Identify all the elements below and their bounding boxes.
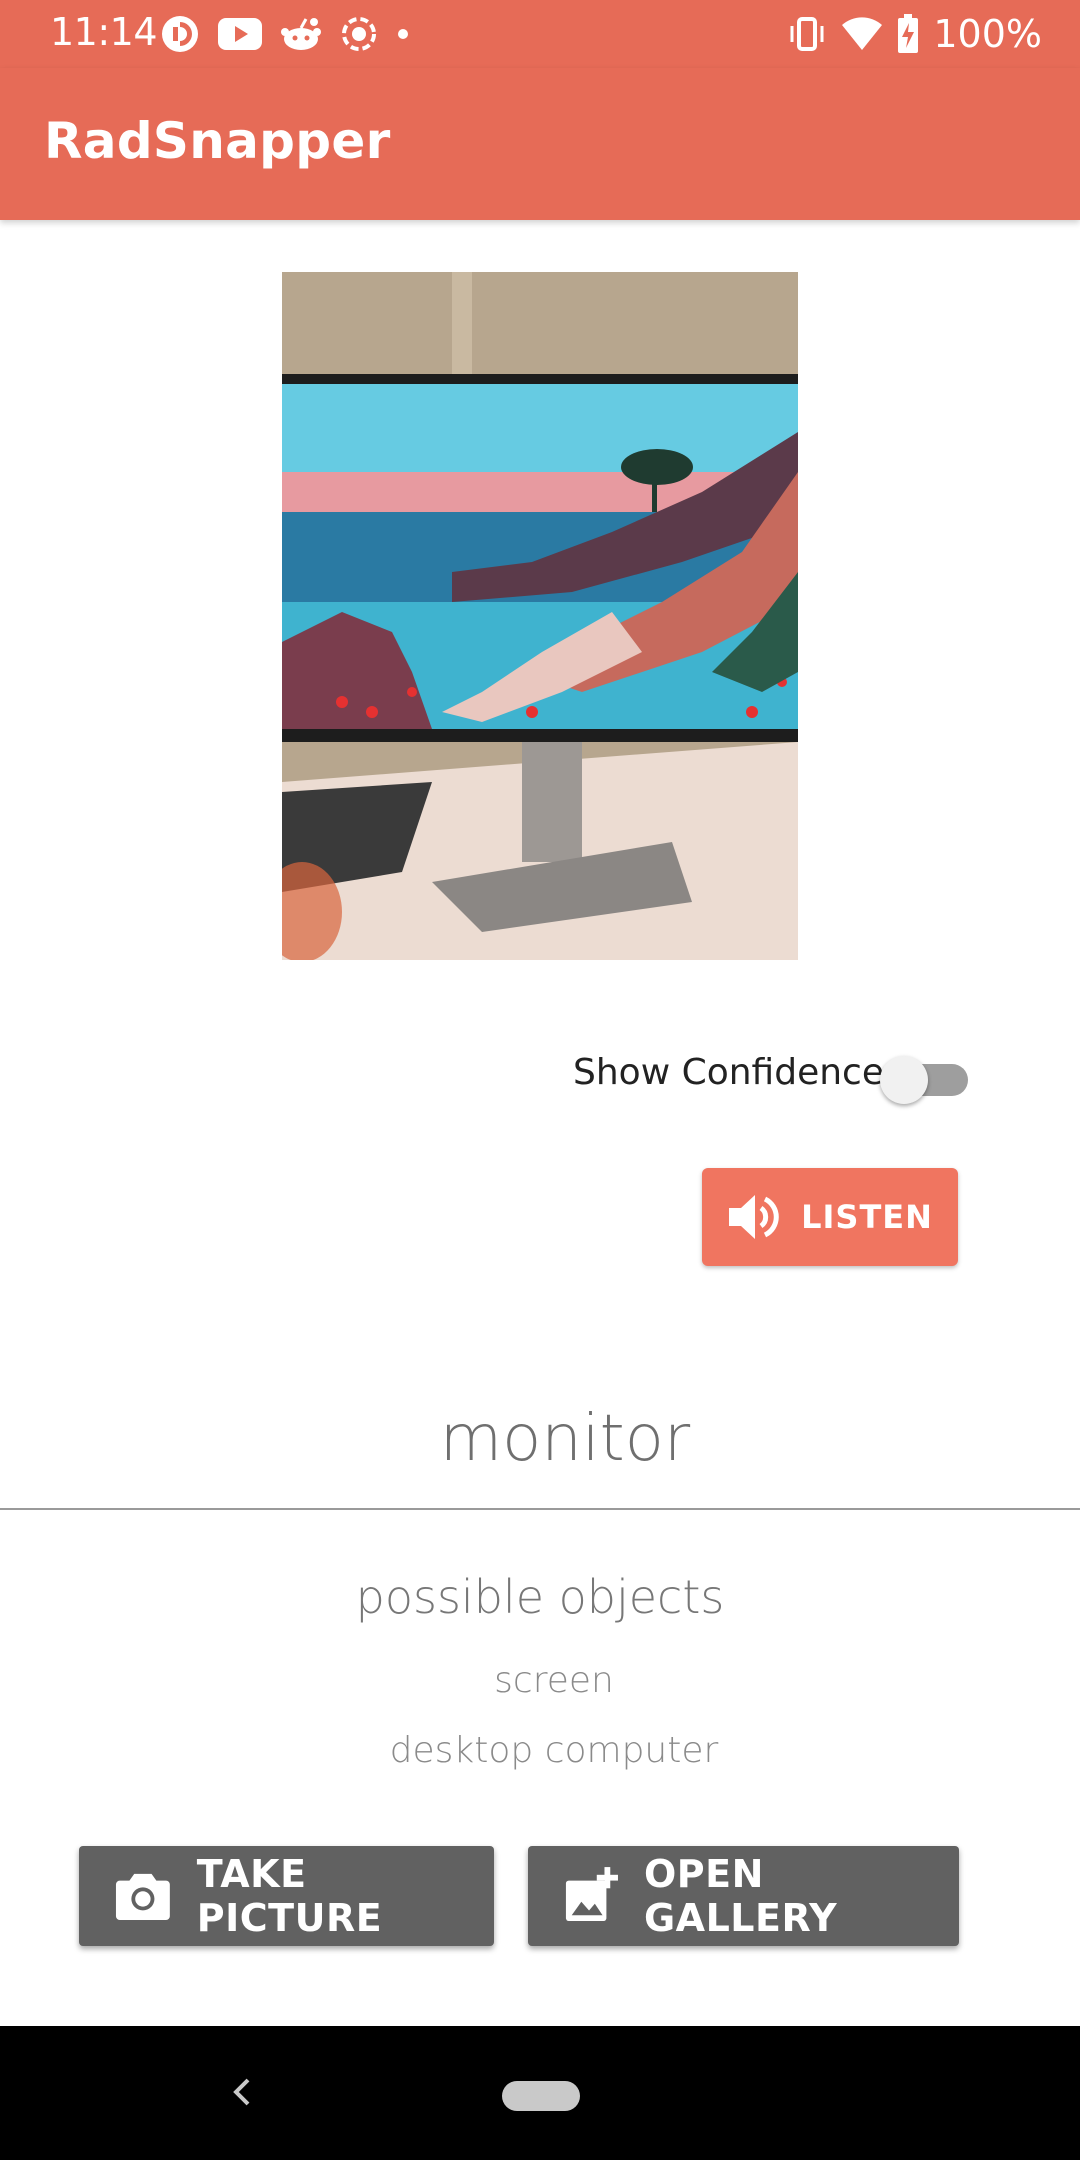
app-bar: RadSnapper	[0, 68, 1080, 220]
camera-icon	[115, 1873, 170, 1921]
battery-percent: 100%	[933, 12, 1042, 56]
status-time: 11:14	[50, 10, 158, 54]
divider	[0, 1508, 1080, 1510]
show-confidence-label: Show Confidence	[573, 1052, 884, 1093]
battery-charging-icon	[898, 14, 919, 53]
possible-object-item: desktop computer	[389, 1730, 719, 1771]
pocketcasts-icon	[162, 16, 198, 52]
take-picture-button[interactable]: TAKE PICTURE	[79, 1846, 494, 1946]
possible-objects-title: possible objects	[355, 1570, 725, 1624]
listen-button-label: LISTEN	[801, 1198, 933, 1236]
take-picture-label: TAKE PICTURE	[196, 1852, 383, 1940]
screen-record-icon	[342, 17, 376, 51]
listen-button[interactable]: LISTEN	[702, 1168, 958, 1266]
show-confidence-switch[interactable]	[880, 1054, 968, 1104]
switch-thumb	[880, 1056, 928, 1104]
notification-icons	[160, 12, 410, 56]
system-icons: 100%	[787, 10, 1042, 58]
reddit-icon	[281, 18, 321, 50]
add-photo-icon	[565, 1867, 618, 1922]
captured-photo	[282, 272, 798, 960]
home-pill-icon[interactable]	[502, 2081, 580, 2111]
monitor-photo	[282, 272, 798, 960]
youtube-icon	[218, 18, 262, 50]
open-gallery-label: OPEN GALLERY	[643, 1852, 838, 1940]
app-title: RadSnapper	[44, 112, 391, 170]
back-icon[interactable]	[228, 2072, 254, 2112]
result-label: monitor	[439, 1402, 691, 1476]
status-bar: 11:14 100%	[0, 0, 1080, 68]
open-gallery-button[interactable]: OPEN GALLERY	[528, 1846, 959, 1946]
navigation-bar	[0, 2026, 1080, 2160]
possible-object-item: screen	[494, 1660, 614, 1701]
dot-icon	[398, 29, 408, 39]
speaker-icon	[729, 1195, 779, 1239]
vibrate-icon	[790, 17, 824, 51]
wifi-icon	[842, 17, 883, 50]
